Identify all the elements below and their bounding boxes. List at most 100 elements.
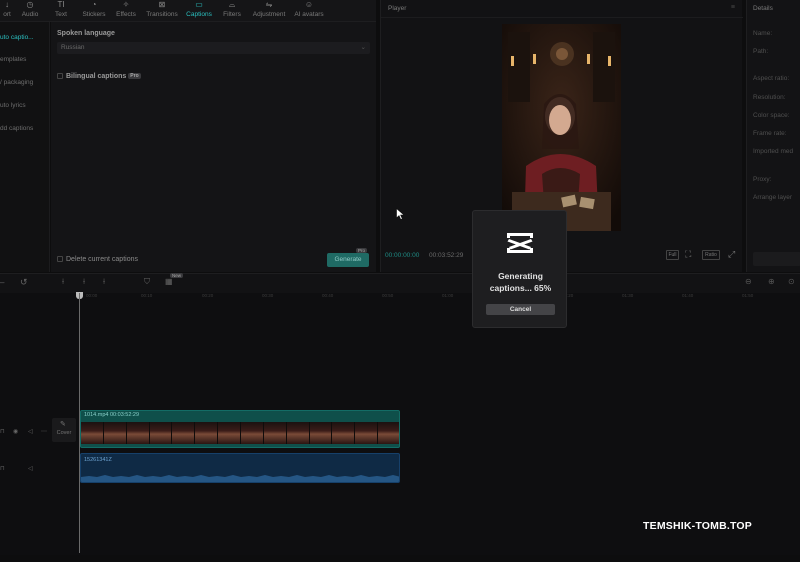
lock-icon[interactable]: ⊓ xyxy=(0,428,5,435)
tool-audio[interactable]: ◷ Audio xyxy=(18,0,42,22)
ruler-tick: 01:00 xyxy=(442,293,454,298)
video-clip[interactable]: 1014.mp4 00:03:52:29 xyxy=(80,410,400,448)
audio-waveform xyxy=(81,475,399,482)
ratio-button[interactable]: Ratio xyxy=(702,250,720,260)
ruler-tick: 00:00 xyxy=(86,293,98,298)
bilingual-checkbox[interactable] xyxy=(57,73,63,80)
playhead[interactable] xyxy=(79,293,80,553)
detail-aspect-ratio: Aspect ratio: xyxy=(753,75,790,82)
pro-badge: Pro xyxy=(128,73,141,80)
pencil-icon: ✎ xyxy=(60,421,66,428)
watermark-text: TEMSHIK-TOMB.TOP xyxy=(643,520,752,532)
generate-badge: Pro xyxy=(356,248,368,253)
effects-icon: ✧ xyxy=(122,0,130,9)
ruler-tick: 00:20 xyxy=(202,293,214,298)
ruler-tick: 00:50 xyxy=(382,293,394,298)
zoom-out-icon[interactable]: ⊖ xyxy=(745,277,752,286)
tool-filters[interactable]: ⌓ Filters xyxy=(220,0,244,22)
zoom-fit-icon[interactable]: ⊙ xyxy=(788,277,795,286)
audio-icon: ◷ xyxy=(26,0,34,9)
ruler-tick: 00:30 xyxy=(262,293,274,298)
language-select[interactable]: Russian ⌄ xyxy=(57,42,370,54)
ruler-tick: 01:30 xyxy=(622,293,634,298)
progress-line-1: Generating xyxy=(498,271,543,281)
detail-color-space: Color space: xyxy=(753,112,790,119)
tool-captions[interactable]: ▭ Captions xyxy=(183,0,215,22)
filters-icon: ⌓ xyxy=(228,0,236,9)
adjustment-icon: ⇋ xyxy=(265,0,273,9)
sidebar-item-packaging[interactable]: / packaging xyxy=(0,76,50,90)
delete-captions-checkbox[interactable] xyxy=(57,256,63,263)
video-frame-image xyxy=(502,24,621,231)
split-left-icon[interactable]: ⟊ xyxy=(83,277,85,287)
detail-resolution: Resolution: xyxy=(753,94,786,101)
crop-icon[interactable]: ⛶ xyxy=(685,249,691,260)
details-title: Details xyxy=(753,5,773,12)
redo-icon[interactable]: ↺ xyxy=(20,277,28,288)
bilingual-option[interactable]: Bilingual captions Pro xyxy=(57,73,141,80)
time-ruler[interactable]: 00:00 00:10 00:20 00:30 00:40 00:50 01:0… xyxy=(80,293,800,303)
delete-option[interactable]: Delete current captions xyxy=(57,256,138,263)
avatar-icon: ☺ xyxy=(304,0,314,9)
modify-button[interactable] xyxy=(753,252,800,266)
captions-icon: ▭ xyxy=(195,0,203,9)
transitions-icon: ⊠ xyxy=(158,0,166,9)
tool-effects[interactable]: ✧ Effects xyxy=(113,0,139,22)
ai-tool-icon[interactable]: ▦ xyxy=(165,277,173,286)
shield-icon[interactable]: ⛉ xyxy=(144,277,150,287)
spoken-language-label: Spoken language xyxy=(57,30,115,37)
detail-frame-rate: Frame rate: xyxy=(753,130,787,137)
tool-ai-avatars[interactable]: ☺ AI avatars xyxy=(291,0,327,22)
cancel-button[interactable]: Cancel xyxy=(486,304,555,315)
sidebar-item-auto-captions[interactable]: uto captio... xyxy=(0,31,50,45)
sticker-icon: ◔ xyxy=(91,0,97,9)
split-icon[interactable]: ⟊ xyxy=(62,277,64,287)
chevron-down-icon: ⌄ xyxy=(360,44,366,51)
total-time: 00:03:52:29 xyxy=(429,252,464,259)
bilingual-label: Bilingual captions xyxy=(66,73,127,80)
menu-icon[interactable]: ≡ xyxy=(731,4,735,11)
tool-stickers[interactable]: ◔ Stickers xyxy=(79,0,109,22)
full-quality-toggle[interactable]: Full xyxy=(666,250,679,260)
sidebar-item-templates[interactable]: emplates xyxy=(0,53,50,67)
video-preview xyxy=(502,24,621,231)
track-controls: ⊓ ◉ ◁ ⋯ ⊓ ◁ xyxy=(0,410,50,485)
generate-button[interactable]: Generate xyxy=(327,253,369,267)
progress-line-2: captions... 65% xyxy=(489,283,552,293)
audio-clip-label: 15261341Z xyxy=(84,457,112,463)
player-header: Player ≡ xyxy=(381,0,743,18)
delete-captions-label: Delete current captions xyxy=(66,256,138,263)
media-toolbar: ↓ ort ◷ Audio TI Text ◔ Stickers ✧ Effects ⊠ T… xyxy=(0,0,376,22)
audio-lock-icon[interactable]: ⊓ xyxy=(0,465,5,472)
ruler-tick: 00:40 xyxy=(322,293,334,298)
timeline-toolbar: – ↺ ⟊ ⟊ ⟊ ⛉ ▦ New ⊖ ⊕ ⊙ xyxy=(0,273,800,293)
mute-icon[interactable]: ◁ xyxy=(28,428,33,435)
fullscreen-icon[interactable]: ⤢ xyxy=(728,249,735,260)
undo-icon[interactable]: – xyxy=(0,278,4,287)
audio-clip[interactable]: 15261341Z xyxy=(80,453,400,483)
sidebar-item-auto-lyrics[interactable]: uto lyrics xyxy=(0,99,50,113)
tool-text[interactable]: TI Text xyxy=(52,0,70,22)
eye-icon[interactable]: ◉ xyxy=(13,428,18,435)
ruler-tick: 01:40 xyxy=(682,293,694,298)
audio-mute-icon[interactable]: ◁ xyxy=(28,465,33,472)
sidebar-item-add-captions[interactable]: dd captions xyxy=(0,122,50,136)
tool-adjustment[interactable]: ⇋ Adjustment xyxy=(249,0,289,22)
split-right-icon[interactable]: ⟊ xyxy=(103,277,105,287)
current-time: 00:00:00:00 xyxy=(385,252,420,259)
cover-button[interactable]: ✎ Cover xyxy=(52,418,76,442)
player-title: Player xyxy=(388,5,407,12)
language-value: Russian xyxy=(61,44,85,51)
capcut-logo-icon xyxy=(507,233,533,253)
captions-sidebar: uto captio... emplates / packaging uto l… xyxy=(0,22,50,272)
tool-transitions[interactable]: ⊠ Transitions xyxy=(144,0,180,22)
text-icon: TI xyxy=(57,0,65,9)
new-badge: New xyxy=(170,273,184,278)
tool-import[interactable]: ↓ ort xyxy=(0,0,14,22)
video-thumbnails xyxy=(81,422,399,444)
more-icon[interactable]: ⋯ xyxy=(41,428,47,435)
detail-imported-media: Imported med xyxy=(753,148,794,155)
detail-arrange-layer: Arrange layer xyxy=(753,194,793,201)
zoom-in-icon[interactable]: ⊕ xyxy=(768,277,775,286)
details-panel: Details Name: Path: Aspect ratio: Resolu… xyxy=(746,0,800,272)
